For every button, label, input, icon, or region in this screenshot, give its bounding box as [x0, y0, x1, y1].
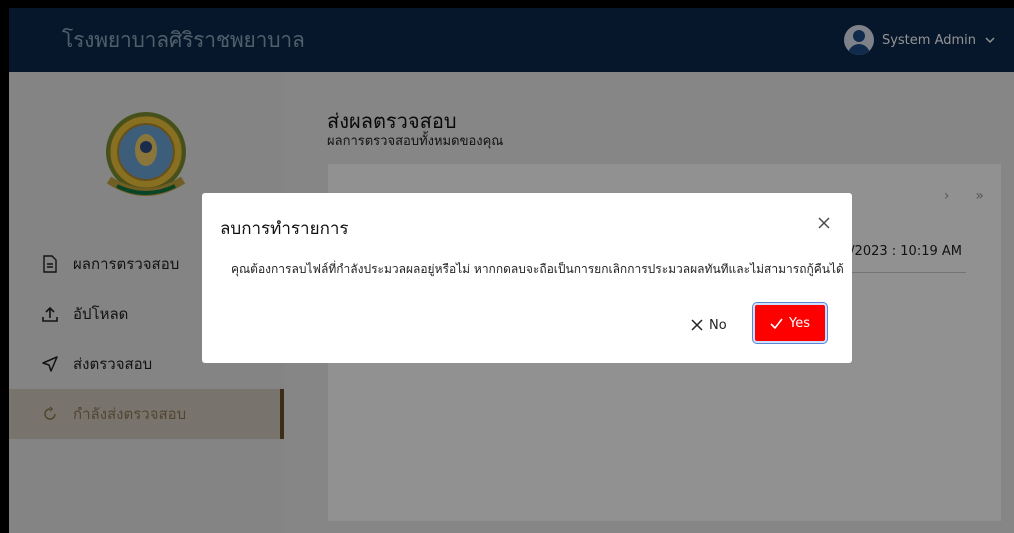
yes-button-label: Yes: [789, 315, 810, 331]
close-icon: [691, 319, 703, 331]
close-icon[interactable]: [816, 215, 832, 231]
check-icon: [770, 318, 783, 329]
dialog-message: คุณต้องการลบไฟล์ที่กำลังประมวลผลอยู่หรือ…: [231, 262, 844, 276]
dialog-title: ลบการทำรายการ: [220, 219, 349, 239]
no-button-label: No: [709, 317, 727, 333]
delete-confirm-dialog: ลบการทำรายการ คุณต้องการลบไฟล์ที่กำลังปร…: [202, 193, 852, 363]
no-button[interactable]: No: [691, 311, 727, 339]
yes-button[interactable]: Yes: [753, 303, 827, 343]
